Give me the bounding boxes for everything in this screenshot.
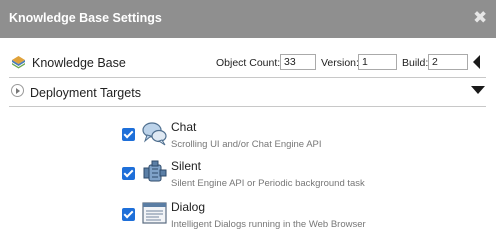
dialog-checkbox[interactable] — [122, 208, 135, 221]
target-dialog: Dialog Intelligent Dialogs running in th… — [0, 199, 496, 239]
dialog-description: Intelligent Dialogs running in the Web B… — [171, 219, 366, 230]
divider — [9, 106, 486, 107]
knowledge-base-icon — [12, 56, 25, 69]
close-icon[interactable]: ✖ — [473, 9, 487, 26]
version-input[interactable] — [358, 54, 397, 70]
knowledge-base-row: Knowledge Base Object Count: Version: Bu… — [0, 48, 496, 76]
chat-bubbles-icon — [142, 122, 167, 146]
target-silent: Silent Silent Engine API or Periodic bac… — [0, 158, 496, 198]
dialog-title: Knowledge Base Settings — [9, 11, 162, 25]
silent-checkbox[interactable] — [122, 167, 135, 180]
silent-description: Silent Engine API or Periodic background… — [171, 178, 365, 189]
knowledge-base-label: Knowledge Base — [32, 56, 126, 70]
target-chat: Chat Scrolling UI and/or Chat Engine API — [0, 119, 496, 159]
dialog-name: Dialog — [171, 200, 206, 214]
object-count-input[interactable] — [280, 54, 316, 70]
chat-checkbox[interactable] — [122, 128, 135, 141]
divider — [9, 77, 486, 78]
build-input[interactable] — [428, 54, 468, 70]
chat-description: Scrolling UI and/or Chat Engine API — [171, 139, 322, 150]
build-label: Build: — [402, 57, 429, 69]
expand-toggle-icon[interactable] — [11, 84, 24, 97]
dialog-title-bar: Knowledge Base Settings ✖ — [0, 0, 496, 38]
deployment-targets-header[interactable]: Deployment Targets — [0, 81, 496, 105]
version-label: Version: — [321, 57, 359, 69]
engine-icon — [143, 160, 167, 182]
silent-name: Silent — [171, 159, 202, 173]
deployment-targets-label: Deployment Targets — [30, 86, 141, 100]
browser-window-icon — [142, 202, 167, 224]
chat-name: Chat — [171, 120, 197, 134]
chevron-down-icon[interactable] — [471, 86, 485, 94]
object-count-label: Object Count: — [216, 57, 281, 69]
collapse-arrow-icon[interactable] — [473, 55, 480, 69]
